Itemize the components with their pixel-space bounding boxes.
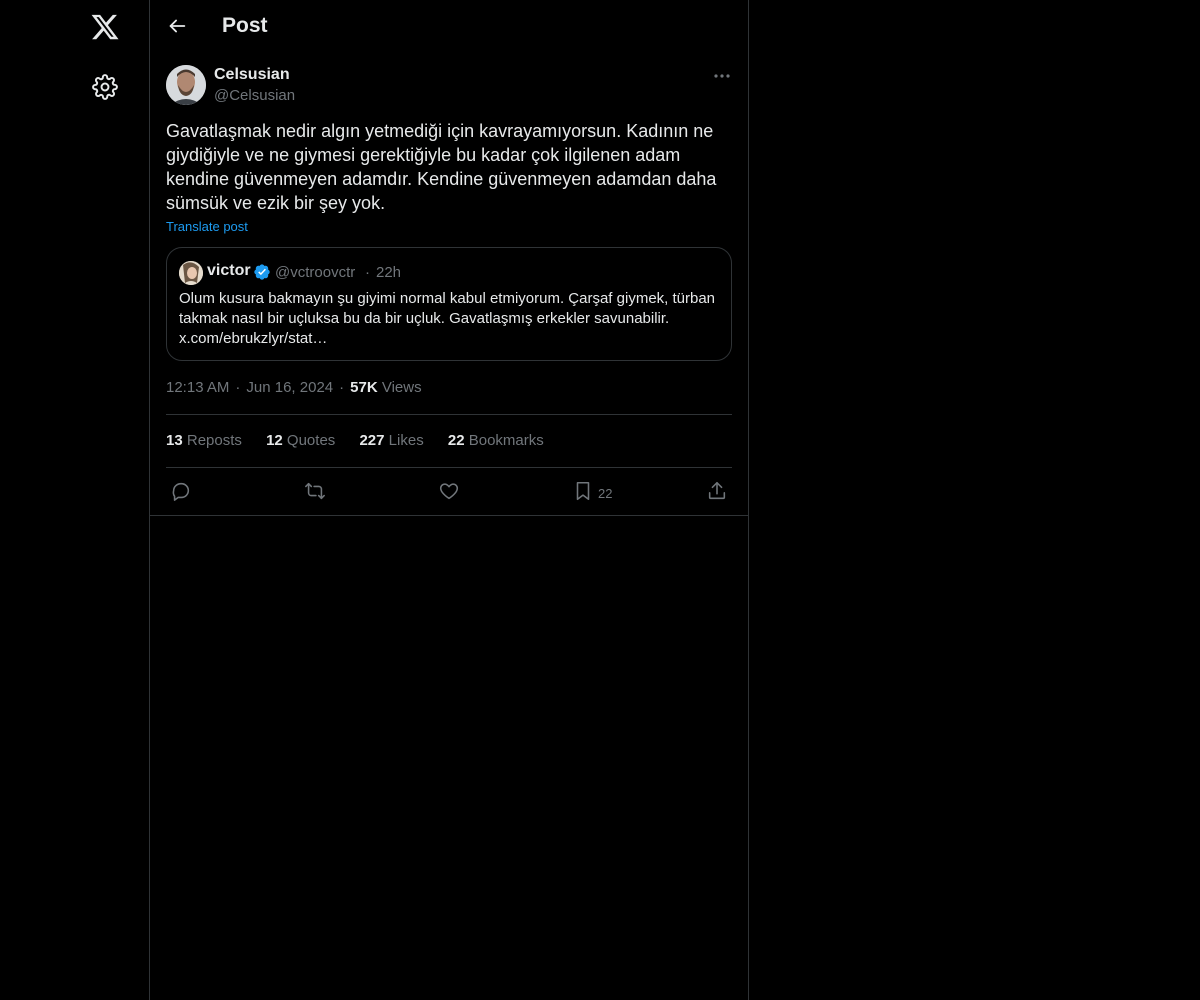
bookmarks-label: Bookmarks: [468, 432, 544, 449]
gear-icon[interactable]: [92, 74, 118, 100]
bookmark-icon[interactable]: [572, 480, 594, 502]
share-icon[interactable]: [706, 480, 728, 502]
bookmarks-stat[interactable]: 22 Bookmarks: [448, 432, 544, 449]
quotes-stat[interactable]: 12 Quotes: [266, 432, 335, 449]
post-date[interactable]: Jun 16, 2024: [246, 379, 333, 396]
quotes-count: 12: [266, 432, 283, 449]
quote-author-name: victor: [207, 262, 251, 279]
author-name[interactable]: Celsusian: [214, 66, 290, 84]
quoted-post-card[interactable]: victor @vctroovctr · 22h Olum kusura bak…: [166, 247, 732, 361]
bookmark-action-count: 22: [598, 486, 613, 501]
x-logo-icon[interactable]: [90, 12, 120, 42]
likes-label: Likes: [388, 432, 424, 449]
author-handle[interactable]: @Celsusian: [214, 87, 295, 104]
quote-text: Olum kusura bakmayın şu giyimi normal ka…: [179, 290, 716, 347]
divider: [150, 515, 748, 516]
meta-separator: ·: [235, 379, 241, 396]
reposts-label: Reposts: [186, 432, 242, 449]
post-column: Post Celsusian @Celsusian Gavatlaşmak ne…: [149, 0, 749, 1000]
reposts-count: 13: [166, 432, 183, 449]
views-label: Views: [381, 379, 422, 396]
verified-badge-icon: [253, 263, 271, 281]
repost-icon[interactable]: [304, 480, 326, 502]
translate-post-link[interactable]: Translate post: [166, 219, 248, 234]
divider: [166, 414, 732, 415]
post-text: Gavatlaşmak nedir algın yetmediği için k…: [166, 121, 717, 213]
divider: [166, 467, 732, 468]
quotes-label: Quotes: [286, 432, 336, 449]
reposts-stat[interactable]: 13 Reposts: [166, 432, 242, 449]
author-avatar[interactable]: [166, 65, 206, 105]
arrow-left-icon[interactable]: [166, 15, 188, 37]
views-count: 57K: [350, 379, 378, 396]
quote-avatar[interactable]: [179, 261, 203, 285]
heart-icon[interactable]: [438, 480, 460, 502]
likes-stat[interactable]: 227 Likes: [359, 432, 423, 449]
post-actions: 22: [166, 476, 732, 506]
quote-timestamp[interactable]: 22h: [376, 264, 401, 281]
post-meta: 12:13 AM · Jun 16, 2024 · 57K Views: [166, 379, 422, 396]
quote-author-handle: @vctroovctr: [275, 264, 356, 281]
post-time[interactable]: 12:13 AM: [166, 379, 229, 396]
engagement-stats: 13 Reposts 12 Quotes 227 Likes 22 Bookma…: [166, 432, 564, 449]
reply-icon[interactable]: [170, 480, 192, 502]
post-header: Post: [150, 0, 748, 54]
meta-separator: ·: [339, 379, 345, 396]
left-sidebar: [0, 0, 150, 1000]
page-title: Post: [222, 14, 268, 37]
likes-count: 227: [359, 432, 385, 449]
ellipsis-icon[interactable]: [712, 66, 732, 86]
bookmarks-count: 22: [447, 432, 465, 449]
quote-separator: ·: [365, 264, 370, 281]
